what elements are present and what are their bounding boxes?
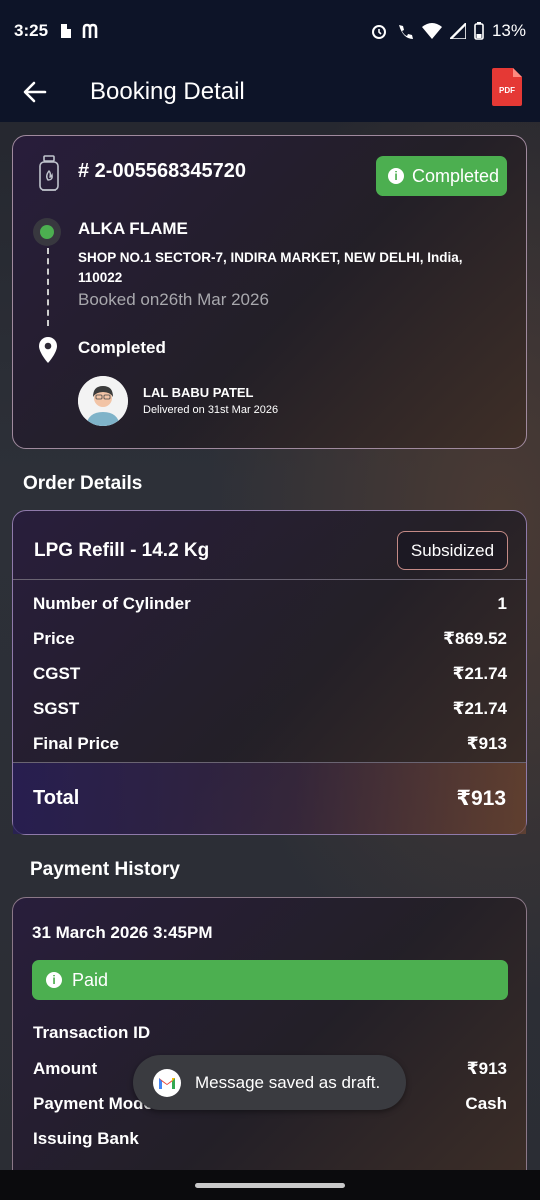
dealer-name: ALKA FLAME [78, 219, 188, 238]
product-name: LPG Refill - 14.2 Kg [34, 540, 210, 561]
order-row-value: ₹913 [466, 734, 507, 753]
payment-row-label: Payment Mode [33, 1094, 153, 1113]
status-bar: 3:25 13% [0, 0, 540, 62]
order-row-value: ₹869.52 [443, 629, 507, 648]
back-button[interactable] [0, 62, 70, 122]
delivered-on-date: Delivered on 31st Mar 2026 [143, 404, 279, 416]
order-row-label: Price [33, 629, 75, 648]
subsidized-badge: Subsidized [397, 531, 508, 570]
dealer-address: SHOP NO.1 SECTOR-7, INDIRA MARKET, NEW D… [78, 250, 463, 285]
wifi-icon [421, 23, 442, 39]
paid-label: Paid [72, 969, 109, 990]
home-gesture-handle[interactable] [195, 1183, 345, 1188]
total-label: Total [33, 787, 80, 809]
status-time: 3:25 [14, 21, 49, 40]
payment-row-value: Cash [465, 1094, 507, 1113]
order-details-heading: Order Details [23, 473, 143, 494]
info-icon: i [388, 168, 404, 184]
gmail-icon [153, 1068, 181, 1097]
order-row: CGST ₹21.74 [33, 664, 507, 684]
booking-id: # 2-005568345720 [78, 160, 246, 182]
payment-row-label: Transaction ID [33, 1023, 151, 1042]
order-row-label: CGST [33, 664, 81, 683]
order-row-label: Number of Cylinder [33, 594, 191, 613]
status-badge-label: Completed [412, 165, 500, 186]
battery-percent: 13% [491, 21, 526, 40]
total-value: ₹913 [456, 787, 506, 810]
payment-history-heading: Payment History [30, 859, 180, 880]
payment-row-label: Amount [33, 1059, 98, 1078]
payment-date: 31 March 2026 3:45PM [32, 923, 213, 942]
pdf-label: PDF [499, 86, 515, 95]
payment-row: Transaction ID [33, 1023, 507, 1043]
total-row: Total ₹913 [13, 762, 526, 834]
toast-text: Message saved as draft. [195, 1072, 381, 1092]
order-row: Price ₹869.52 [33, 629, 507, 649]
payment-row-label: Issuing Bank [33, 1129, 139, 1148]
status-badge: i Completed [376, 156, 507, 196]
gas-cylinder-icon [39, 155, 59, 191]
order-row: Final Price ₹913 [33, 734, 507, 754]
alarm-icon [371, 25, 386, 39]
order-row-value: ₹21.74 [452, 664, 507, 683]
order-row: SGST ₹21.74 [33, 699, 507, 719]
payment-row: Issuing Bank [33, 1129, 507, 1149]
delivery-person-name: LAL BABU PATEL [143, 385, 254, 400]
booked-on-date: Booked on26th Mar 2026 [78, 290, 269, 309]
divider [13, 579, 526, 580]
m-app-icon [82, 23, 98, 38]
payment-row-value: ₹913 [466, 1059, 507, 1078]
timeline-connector [47, 248, 49, 326]
origin-dot-icon [33, 218, 61, 246]
page-title: Booking Detail [90, 78, 245, 105]
order-row-label: Final Price [33, 734, 119, 753]
order-row: Number of Cylinder 1 [33, 594, 507, 614]
delivery-status: Completed [78, 338, 166, 357]
notification-icon [61, 24, 72, 38]
avatar [78, 376, 128, 426]
location-pin-icon [39, 337, 57, 363]
app-bar: Booking Detail PDF [0, 62, 540, 122]
toast-message: Message saved as draft. [133, 1055, 406, 1110]
delivery-person-avatar-icon [78, 376, 128, 426]
info-icon: i [46, 972, 62, 988]
order-row-label: SGST [33, 699, 80, 718]
paid-status-bar: i Paid [32, 960, 508, 1000]
signal-icon [449, 23, 466, 39]
arrow-left-icon [23, 81, 47, 103]
battery-icon [474, 22, 484, 40]
order-row-value: 1 [497, 594, 507, 613]
order-row-value: ₹21.74 [452, 699, 507, 718]
wifi-call-icon [398, 25, 413, 39]
pdf-download-button[interactable]: PDF [492, 68, 522, 106]
